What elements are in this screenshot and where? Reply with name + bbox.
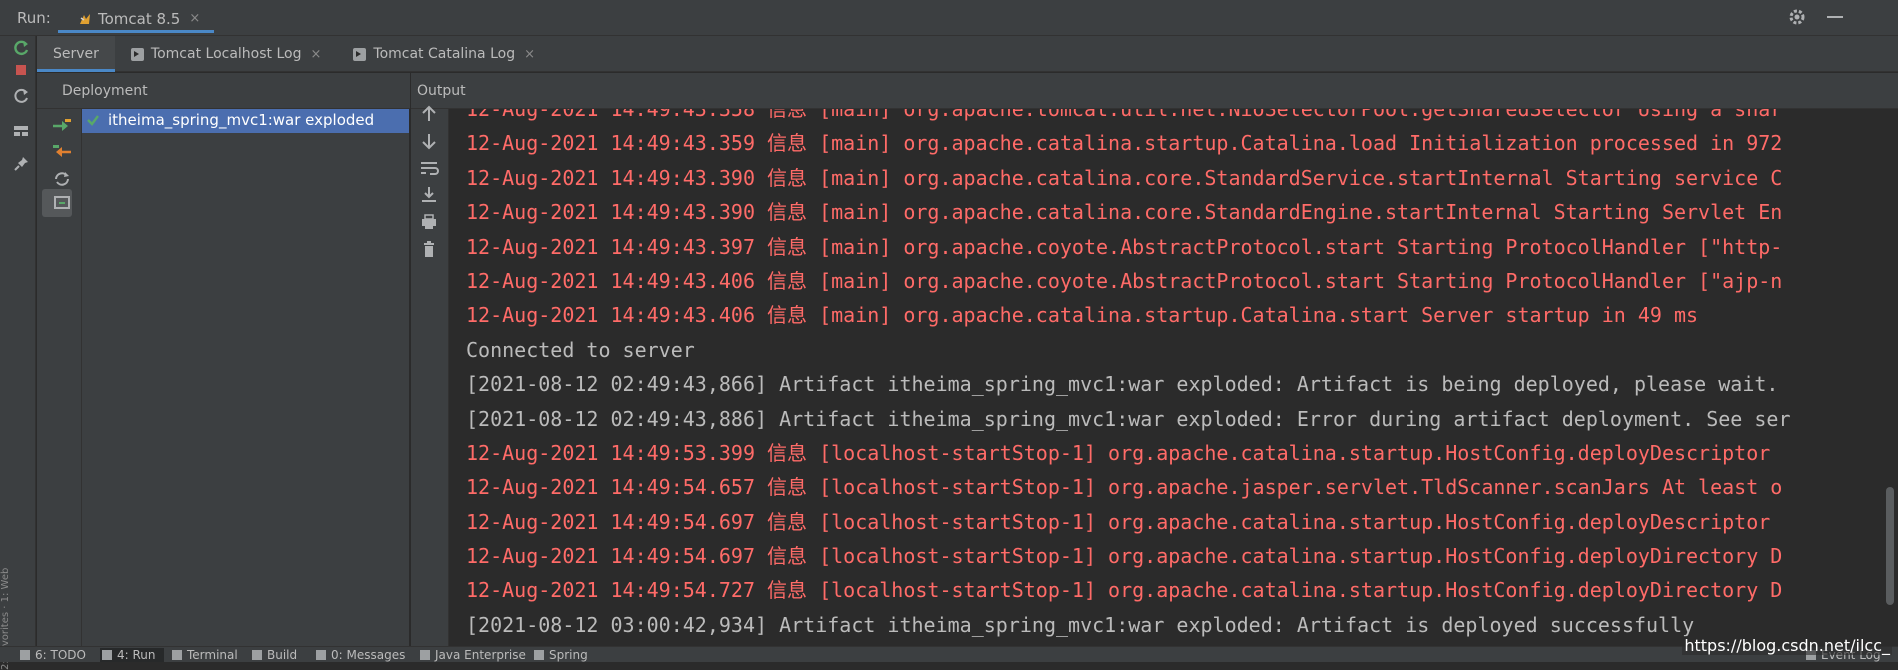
java-enterprise-icon (420, 650, 430, 660)
build-icon (252, 650, 262, 660)
log-line: 12-Aug-2021 14:49:54.697 信息 [localhost-s… (466, 544, 1783, 569)
tab-label: Server (53, 46, 99, 62)
deployment-header: Deployment (37, 73, 410, 109)
log-line: 12-Aug-2021 14:49:43.390 信息 [main] org.a… (466, 165, 1783, 190)
status-label: Build (267, 648, 298, 662)
tomcat-icon (80, 14, 90, 24)
log-line: 12-Aug-2021 14:49:43.358 信息 [main] org.a… (466, 109, 1783, 121)
console-icon (130, 48, 144, 61)
run-sub-tabs: Server Tomcat Localhost Log × Tomcat Cat… (37, 36, 1898, 72)
deploy-all-icon[interactable] (50, 114, 74, 138)
log-line: 12-Aug-2021 14:49:53.399 信息 [localhost-s… (466, 440, 1783, 465)
status-messages[interactable]: 0: Messages (316, 648, 405, 662)
status-run[interactable]: 4: Run (100, 648, 164, 662)
undeploy-icon[interactable] (50, 140, 74, 164)
print-icon[interactable] (414, 211, 444, 233)
trash-icon[interactable] (414, 238, 444, 260)
arrow-up-icon[interactable] (414, 103, 444, 125)
log-line: 12-Aug-2021 14:49:43.406 信息 [main] org.a… (466, 303, 1699, 328)
console-output[interactable]: 12-Aug-2021 14:49:43.358 信息 [main] org.a… (450, 109, 1898, 646)
status-label: 6: TODO (35, 648, 86, 662)
deployment-panel (37, 73, 410, 646)
tab-tomcat[interactable]: Tomcat 8.5 × (58, 4, 215, 33)
refresh-icon[interactable] (50, 167, 74, 191)
tab-tomcat-localhost-log[interactable]: Tomcat Localhost Log × (115, 36, 337, 72)
tab-label: Tomcat Catalina Log (373, 46, 516, 62)
close-tab-icon[interactable]: × (189, 11, 200, 26)
layout-icon[interactable] (10, 120, 32, 142)
log-line: [2021-08-12 03:00:42,934] Artifact ithei… (466, 612, 1695, 637)
close-tab-icon[interactable]: × (524, 47, 535, 62)
log-line: 12-Aug-2021 14:49:43.406 信息 [main] org.a… (466, 268, 1783, 293)
scroll-to-end-icon[interactable] (414, 184, 444, 206)
show-content-icon[interactable] (50, 191, 74, 215)
log-line: 12-Aug-2021 14:49:43.359 信息 [main] org.a… (466, 131, 1783, 156)
status-build[interactable]: Build (252, 648, 297, 662)
vertical-scrollbar[interactable] (1886, 487, 1894, 605)
log-line: [2021-08-12 02:49:43,866] Artifact ithei… (466, 372, 1779, 397)
log-line: [2021-08-12 02:49:43,886] Artifact ithei… (466, 406, 1791, 431)
soft-wrap-icon[interactable] (414, 157, 444, 179)
check-icon (87, 115, 99, 126)
stop-icon[interactable] (10, 59, 32, 81)
status-todo[interactable]: 6: TODO (20, 648, 86, 662)
minimize-icon[interactable] (1827, 16, 1843, 18)
log-line: 12-Aug-2021 14:49:43.390 信息 [main] org.a… (466, 200, 1783, 225)
run-icon (102, 650, 112, 660)
status-label: 0: Messages (331, 648, 406, 662)
favorites-side-tab[interactable]: 2: Favorites · 1: Web (0, 470, 11, 670)
status-label: Terminal (187, 648, 238, 662)
arrow-down-icon[interactable] (414, 130, 444, 152)
status-java-enterprise[interactable]: Java Enterprise (420, 648, 526, 662)
todo-icon (20, 650, 30, 660)
rerun-icon[interactable] (10, 37, 32, 59)
tab-server[interactable]: Server (37, 36, 115, 72)
gear-icon[interactable] (1788, 8, 1806, 26)
terminal-icon (172, 650, 182, 660)
console-icon (353, 48, 367, 61)
log-line: 12-Aug-2021 14:49:43.397 信息 [main] org.a… (466, 234, 1783, 259)
run-label: Run: (17, 9, 51, 27)
status-label: Spring (549, 648, 588, 662)
watermark: https://blog.csdn.net/ilcc_ (1682, 636, 1892, 655)
close-tab-icon[interactable]: × (310, 47, 321, 62)
deployment-artifact-row[interactable]: itheima_spring_mvc1:war exploded (82, 109, 409, 133)
status-label: Java Enterprise (435, 648, 526, 662)
messages-icon (316, 650, 326, 660)
tab-title: Tomcat 8.5 (98, 10, 181, 28)
tab-label: Tomcat Localhost Log (150, 46, 302, 62)
log-line: Connected to server (466, 337, 695, 362)
status-terminal[interactable]: Terminal (172, 648, 238, 662)
update-icon[interactable] (10, 85, 32, 107)
run-toolbar (0, 0, 1898, 36)
log-line: 12-Aug-2021 14:49:54.697 信息 [localhost-s… (466, 509, 1783, 534)
log-lines: 12-Aug-2021 14:49:43.358 信息 [main] org.a… (466, 109, 1791, 642)
log-line: 12-Aug-2021 14:49:54.727 信息 [localhost-s… (466, 578, 1783, 603)
status-spring[interactable]: Spring (534, 648, 588, 662)
pin-icon[interactable] (10, 153, 32, 175)
tab-tomcat-catalina-log[interactable]: Tomcat Catalina Log × (337, 36, 551, 72)
log-line: 12-Aug-2021 14:49:54.657 信息 [localhost-s… (466, 475, 1783, 500)
output-header: Output (411, 73, 1898, 109)
status-label: 4: Run (117, 648, 156, 662)
spring-icon (534, 650, 544, 660)
